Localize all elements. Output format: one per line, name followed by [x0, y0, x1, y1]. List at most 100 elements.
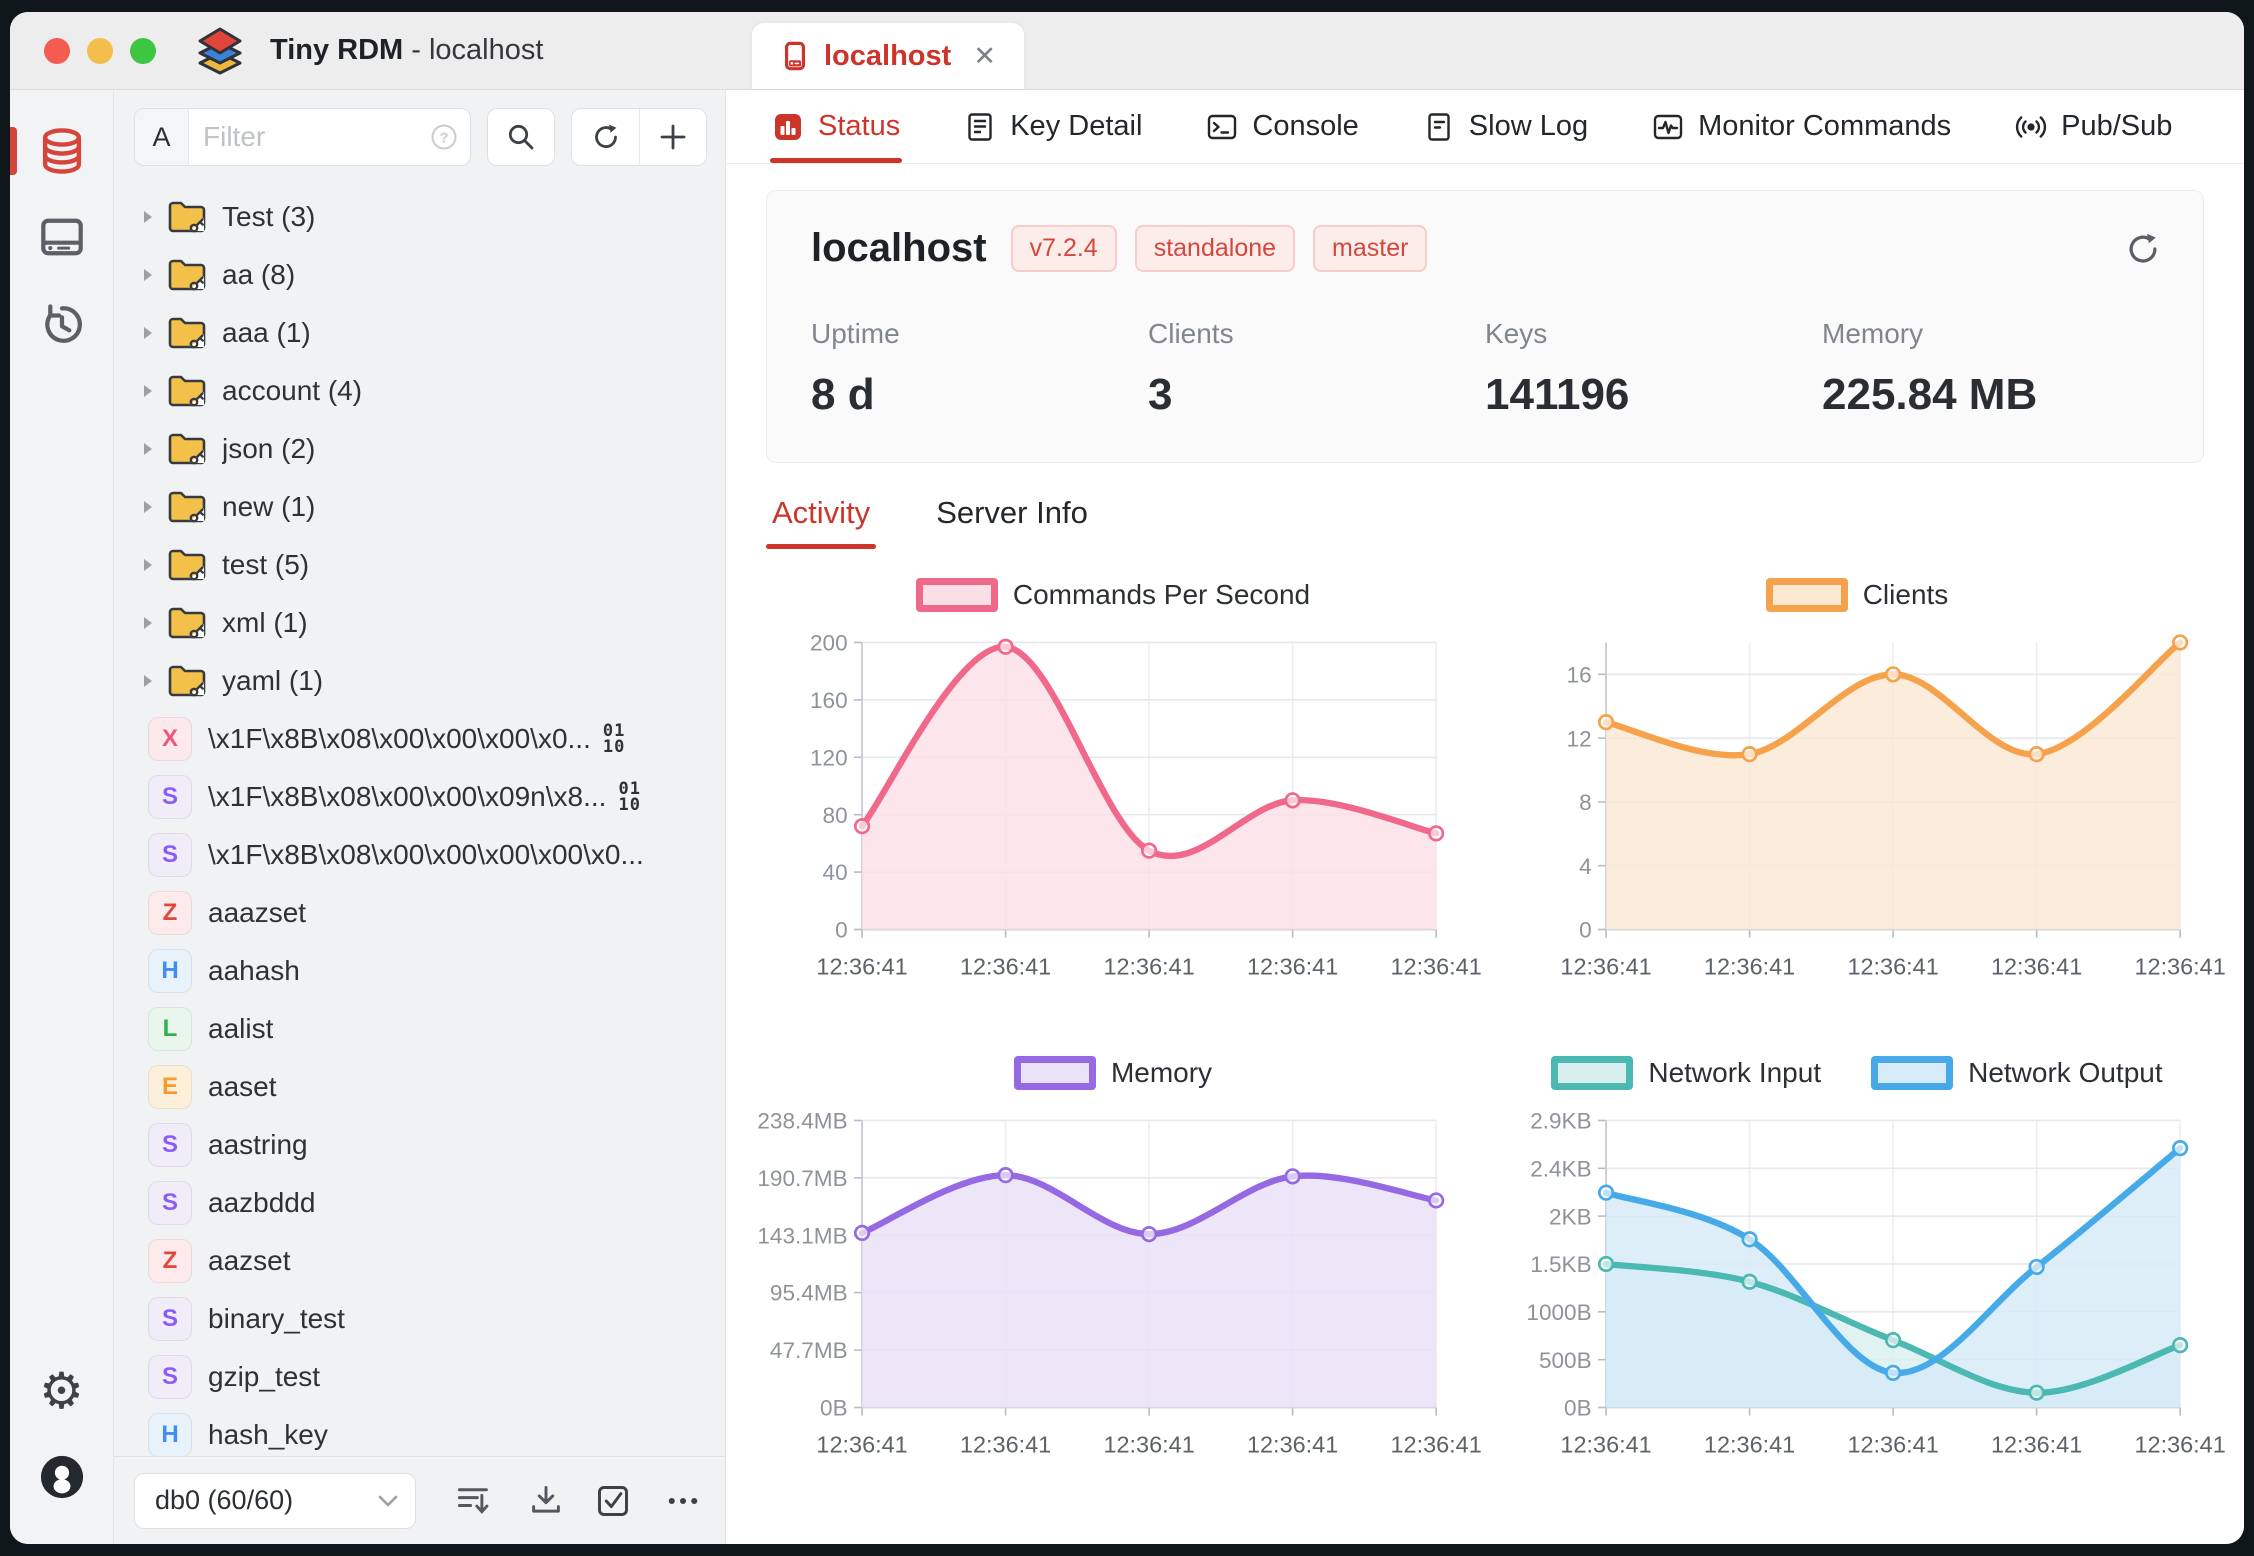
svg-text:2.4KB: 2.4KB	[1530, 1156, 1591, 1181]
filter-mode-toggle[interactable]: A	[135, 109, 189, 165]
tab-console[interactable]: Console	[1206, 90, 1359, 163]
tree-key-row[interactable]: Zaazset	[114, 1232, 725, 1290]
key-label: gzip_test	[208, 1361, 321, 1392]
tab-slow-log[interactable]: Slow Log	[1423, 90, 1588, 163]
folder-label: Test (3)	[222, 201, 316, 232]
tree-key-row[interactable]: X \x1F\x8B\x08\x00\x00\x00\x0... 01 10	[114, 710, 725, 768]
tree-folder-row[interactable]: aa (8)	[114, 246, 725, 304]
tab-label: Slow Log	[1468, 110, 1589, 142]
expand-chevron-icon[interactable]	[134, 324, 162, 342]
svg-text:12:36:41: 12:36:41	[960, 1431, 1051, 1457]
tab-status[interactable]: Status	[769, 90, 903, 163]
expand-chevron-icon[interactable]	[134, 440, 162, 458]
tree-key-row[interactable]: Eaaset	[114, 1058, 725, 1116]
chart-commands-per-second: Commands Per Second 0 40 80 120 160 200 12:36:4…	[770, 571, 1482, 1043]
tree-folder-row[interactable]: json (2)	[114, 420, 725, 478]
folder-key-icon	[166, 372, 208, 410]
rail-item-settings[interactable]: ⚙	[10, 1348, 113, 1434]
tree-key-row[interactable]: Hhash_key	[114, 1406, 725, 1456]
checkbox-mode-button[interactable]	[595, 1483, 631, 1519]
tree-key-row[interactable]: Zaaazset	[114, 884, 725, 942]
expand-chevron-icon[interactable]	[134, 208, 162, 226]
tree-key-row[interactable]: Saastring	[114, 1116, 725, 1174]
tree-key-row[interactable]: Haahash	[114, 942, 725, 1000]
load-more-button[interactable]	[456, 1483, 492, 1519]
svg-text:12:36:41: 12:36:41	[1704, 954, 1795, 980]
tree-folder-row[interactable]: aaa (1)	[114, 304, 725, 362]
stat-label: Uptime	[811, 318, 900, 349]
connection-tab-localhost[interactable]: localhost ✕	[752, 23, 1024, 89]
key-label: \x1F\x8B\x08\x00\x00\x00\x00\x0...	[208, 839, 644, 870]
tab-monitor-commands[interactable]: Monitor Commands	[1652, 90, 1951, 163]
key-detail-icon	[964, 111, 996, 143]
svg-text:12:36:41: 12:36:41	[2134, 1431, 2225, 1457]
stat-uptime: Uptime 8 d	[811, 318, 1148, 420]
tab-server-info[interactable]: Server Info	[936, 495, 1088, 549]
search-button[interactable]	[487, 108, 555, 166]
plus-icon	[660, 124, 686, 150]
legend-item-network-input[interactable]: Network Input	[1551, 1055, 1821, 1090]
tab-key-detail[interactable]: Key Detail	[964, 90, 1142, 163]
expand-chevron-icon[interactable]	[134, 614, 162, 632]
sidebar-footer: db0 (60/60)	[114, 1456, 725, 1544]
filter-input[interactable]	[189, 121, 430, 153]
tree-key-row[interactable]: Sbinary_test	[114, 1290, 725, 1348]
legend-item-commands-per-second[interactable]: Commands Per Second	[915, 578, 1310, 612]
tab-label: Pub/Sub	[2061, 110, 2173, 142]
svg-text:4: 4	[1579, 854, 1592, 879]
add-key-button[interactable]	[639, 109, 706, 165]
chart-network: Network Input Network Output 0B 500B 1000B 1.…	[1514, 1049, 2226, 1521]
folder-label: account (4)	[222, 375, 363, 406]
close-tab-icon[interactable]: ✕	[973, 42, 996, 70]
expand-chevron-icon[interactable]	[134, 556, 162, 574]
svg-text:2.9KB: 2.9KB	[1530, 1108, 1591, 1133]
svg-text:12:36:41: 12:36:41	[1103, 1431, 1194, 1457]
key-type-badge: S	[148, 1297, 192, 1341]
legend-label: Clients	[1862, 579, 1949, 610]
tree-key-row[interactable]: Saazbddd	[114, 1174, 725, 1232]
main-content: Status Key Detail Console Slow Log Monitor C…	[726, 90, 2244, 1544]
tab-pub-sub[interactable]: Pub/Sub	[2015, 90, 2172, 163]
tree-folder-row[interactable]: yaml (1)	[114, 652, 725, 710]
folder-key-icon	[166, 430, 208, 468]
reload-keys-button[interactable]	[572, 109, 639, 165]
github-icon	[40, 1455, 83, 1499]
tree-folder-row[interactable]: test (5)	[114, 536, 725, 594]
tree-key-row[interactable]: Laalist	[114, 1000, 725, 1058]
import-keys-button[interactable]	[528, 1483, 564, 1519]
tree-folder-row[interactable]: new (1)	[114, 478, 725, 536]
minimize-window-button[interactable]	[87, 37, 113, 64]
key-label: aaset	[208, 1071, 277, 1102]
stat-label: Memory	[1822, 318, 1924, 349]
tab-label: Key Detail	[1010, 110, 1143, 142]
list-load-icon	[457, 1487, 489, 1514]
folder-label: yaml (1)	[222, 665, 324, 696]
tree-key-row[interactable]: S \x1F\x8B\x08\x00\x00\x09n\x8... 01 10	[114, 768, 725, 826]
legend-item-clients[interactable]: Clients	[1765, 578, 1949, 612]
database-select[interactable]: db0 (60/60)	[134, 1472, 416, 1529]
rail-item-browser[interactable]	[10, 108, 113, 194]
rail-item-github[interactable]	[10, 1434, 113, 1520]
left-rail: ⚙	[10, 90, 114, 1544]
expand-chevron-icon[interactable]	[134, 672, 162, 690]
more-actions-button[interactable]	[665, 1483, 701, 1519]
tree-folder-row[interactable]: account (4)	[114, 362, 725, 420]
rail-item-server[interactable]	[10, 194, 113, 280]
expand-chevron-icon[interactable]	[134, 498, 162, 516]
refresh-status-button[interactable]	[2121, 227, 2165, 271]
rail-item-history[interactable]	[10, 280, 113, 366]
tree-key-row[interactable]: S \x1F\x8B\x08\x00\x00\x00\x00\x0...	[114, 826, 725, 884]
zoom-window-button[interactable]	[130, 37, 156, 64]
svg-text:238.4MB: 238.4MB	[757, 1108, 847, 1133]
tree-key-row[interactable]: Sgzip_test	[114, 1348, 725, 1406]
tree-folder-row[interactable]: Test (3)	[114, 188, 725, 246]
svg-text:0B: 0B	[820, 1395, 848, 1420]
key-label: binary_test	[208, 1303, 345, 1334]
legend-item-network-output[interactable]: Network Output	[1871, 1055, 2163, 1090]
expand-chevron-icon[interactable]	[134, 382, 162, 400]
close-window-button[interactable]	[44, 37, 70, 64]
expand-chevron-icon[interactable]	[134, 266, 162, 284]
tree-folder-row[interactable]: xml (1)	[114, 594, 725, 652]
tab-activity[interactable]: Activity	[765, 495, 877, 549]
legend-item-memory[interactable]: Memory	[1013, 1055, 1212, 1090]
